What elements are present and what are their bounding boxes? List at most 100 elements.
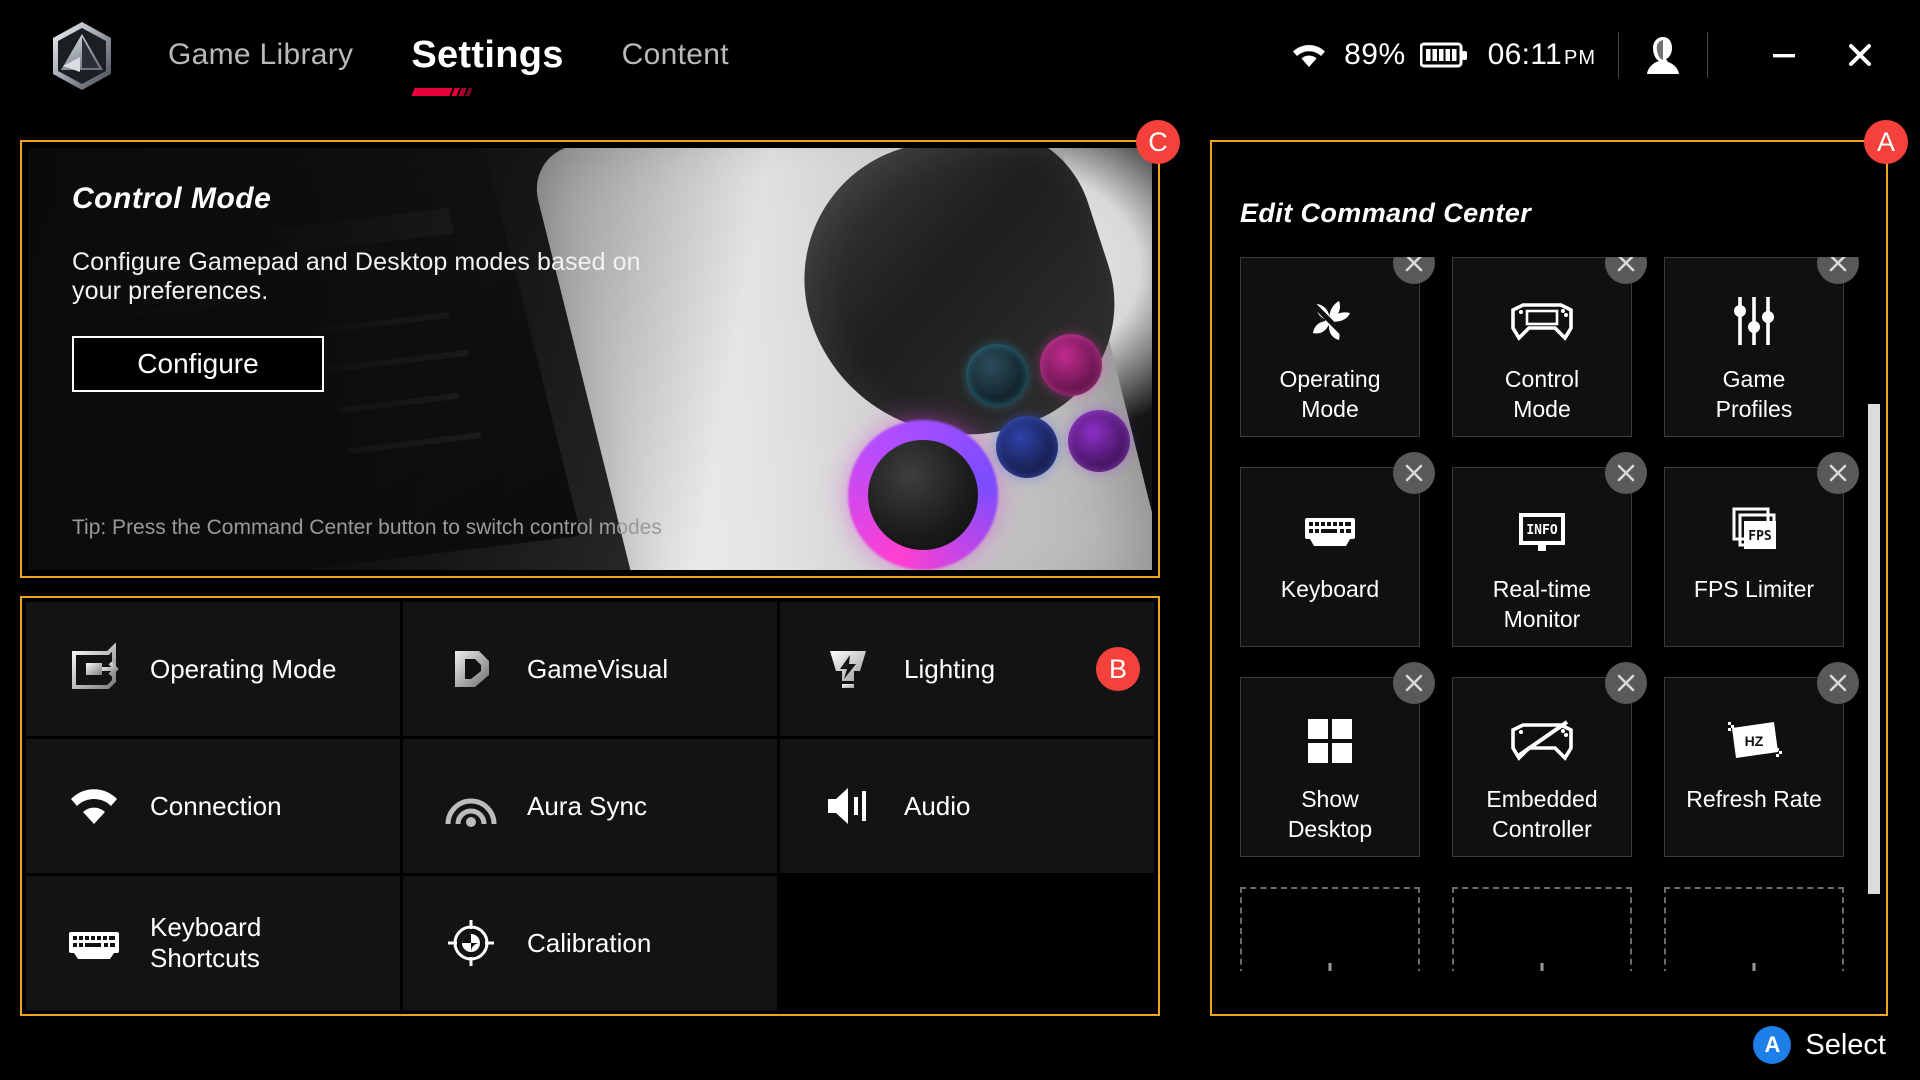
cc-tile-label: Show Desktop bbox=[1287, 786, 1373, 843]
command-center-scrollbar[interactable] bbox=[1868, 404, 1880, 894]
fps-stack-icon: FPS bbox=[1726, 500, 1782, 562]
cc-remove-button[interactable] bbox=[1605, 662, 1647, 704]
settings-item-gamevisual[interactable]: GameVisual bbox=[403, 602, 777, 736]
control-mode-panel[interactable]: Control Mode Configure Gamepad and Deskt… bbox=[20, 120, 1180, 578]
settings-item-operating-mode[interactable]: Operating Mode bbox=[26, 602, 400, 736]
header-divider-left bbox=[1618, 32, 1619, 78]
svg-text:INFO: INFO bbox=[1526, 523, 1557, 538]
cc-remove-button[interactable] bbox=[1605, 257, 1647, 284]
main-nav-tabs: Game Library Settings Content bbox=[160, 0, 737, 110]
close-button[interactable] bbox=[1832, 27, 1888, 83]
battery-full-icon bbox=[1419, 42, 1468, 68]
gamevisual-icon bbox=[443, 641, 499, 697]
minimize-button[interactable] bbox=[1756, 27, 1812, 83]
svg-text:HZ: HZ bbox=[1745, 733, 1764, 749]
settings-item-aura-sync[interactable]: Aura Sync bbox=[403, 739, 777, 873]
settings-grid: Operating Mode GameVisual Lighting B Con… bbox=[26, 602, 1154, 1010]
cc-remove-button[interactable] bbox=[1605, 452, 1647, 494]
settings-item-empty bbox=[780, 876, 1154, 1010]
cc-tile-fps-limiter[interactable]: FPS FPS Limiter bbox=[1664, 452, 1859, 647]
cc-remove-button[interactable] bbox=[1817, 452, 1859, 494]
cc-tile-label: Control Mode bbox=[1504, 366, 1580, 423]
sliders-game-profiles-icon bbox=[1728, 290, 1780, 352]
header-divider-right bbox=[1707, 32, 1708, 78]
cc-remove-button[interactable] bbox=[1393, 452, 1435, 494]
footer-select-label: Select bbox=[1805, 1028, 1886, 1061]
control-mode-content: Control Mode Configure Gamepad and Deskt… bbox=[72, 182, 692, 392]
settings-item-calibration[interactable]: Calibration bbox=[403, 876, 777, 1010]
lighting-icon bbox=[820, 641, 876, 697]
cc-tile-refresh-rate[interactable]: HZ Refresh Rate bbox=[1664, 662, 1859, 857]
cc-tile-game-profiles[interactable]: Game Profiles bbox=[1664, 257, 1859, 437]
app-header: Game Library Settings Content 89% 06:11 … bbox=[0, 0, 1920, 110]
plus-add-icon bbox=[1732, 946, 1776, 971]
settings-item-audio[interactable]: Audio bbox=[780, 739, 1154, 873]
control-mode-description: Configure Gamepad and Desktop modes base… bbox=[72, 248, 641, 305]
tab-content[interactable]: Content bbox=[614, 34, 737, 76]
user-avatar-icon[interactable] bbox=[1641, 32, 1685, 78]
cc-remove-button[interactable] bbox=[1817, 662, 1859, 704]
plus-add-icon bbox=[1520, 946, 1564, 971]
tab-settings[interactable]: Settings bbox=[403, 30, 571, 96]
settings-item-label: Connection bbox=[150, 790, 282, 821]
cc-tile-label: Real-time Monitor bbox=[1492, 576, 1592, 633]
cc-tile-add-1[interactable] bbox=[1240, 887, 1420, 971]
badge-marker-a: A bbox=[1864, 120, 1908, 164]
status-area: 89% 06:11 PM bbox=[1290, 0, 1892, 110]
tab-settings-label: Settings bbox=[411, 33, 564, 76]
cc-remove-button[interactable] bbox=[1393, 662, 1435, 704]
settings-item-lighting[interactable]: Lighting B bbox=[780, 602, 1154, 736]
settings-item-label: Aura Sync bbox=[527, 790, 647, 821]
a-button-glyph: A bbox=[1764, 1032, 1781, 1057]
control-mode-tip: Tip: Press the Command Center button to … bbox=[72, 516, 662, 539]
fan-operating-mode-icon bbox=[1301, 290, 1359, 352]
settings-item-keyboard-shortcuts[interactable]: Keyboard Shortcuts bbox=[26, 876, 400, 1010]
cc-tile-add-3[interactable] bbox=[1664, 887, 1844, 971]
cc-remove-button[interactable] bbox=[1393, 257, 1435, 284]
cc-tile-show-desktop[interactable]: Show Desktop bbox=[1240, 662, 1435, 857]
settings-item-connection[interactable]: Connection bbox=[26, 739, 400, 873]
plus-add-icon bbox=[1308, 946, 1352, 971]
clock-time: 06:11 bbox=[1487, 38, 1562, 71]
control-mode-title: Control Mode bbox=[72, 182, 272, 215]
command-center-scroll-area: Operating Mode Control Mode Game Profile… bbox=[1226, 257, 1880, 971]
configure-button[interactable]: Configure bbox=[72, 336, 324, 392]
battery-percentage: 89% bbox=[1344, 38, 1406, 71]
settings-item-label: Keyboard Shortcuts bbox=[150, 912, 262, 973]
edit-command-center-panel: A Edit Command Center Operating Mode Con… bbox=[1210, 120, 1908, 1016]
wifi-icon bbox=[1290, 40, 1328, 70]
badge-marker-c: C bbox=[1136, 120, 1180, 164]
control-mode-hero: Control Mode Configure Gamepad and Deskt… bbox=[28, 148, 1152, 570]
tab-content-label: Content bbox=[621, 38, 729, 71]
cc-tile-embedded-controller[interactable]: Embedded Controller bbox=[1452, 662, 1647, 857]
active-tab-indicator bbox=[411, 88, 479, 97]
settings-item-label: Audio bbox=[904, 790, 971, 821]
keyboard-icon bbox=[66, 915, 122, 971]
audio-speaker-icon bbox=[820, 778, 876, 834]
cc-tile-real-time-monitor[interactable]: INFO Real-time Monitor bbox=[1452, 452, 1647, 647]
clock-period: PM bbox=[1564, 47, 1596, 69]
cc-remove-button[interactable] bbox=[1817, 257, 1859, 284]
tab-game-library[interactable]: Game Library bbox=[160, 34, 361, 76]
hz-refresh-icon: HZ bbox=[1726, 710, 1782, 772]
cc-tile-label: Operating Mode bbox=[1279, 366, 1381, 423]
cc-tile-control-mode[interactable]: Control Mode bbox=[1452, 257, 1647, 437]
cc-tile-add-2[interactable] bbox=[1452, 887, 1632, 971]
settings-item-label: Lighting bbox=[904, 653, 996, 684]
gamepad-control-mode-icon bbox=[1509, 290, 1575, 352]
cc-tile-keyboard[interactable]: Keyboard bbox=[1240, 452, 1435, 647]
cc-tile-label: Refresh Rate bbox=[1686, 786, 1822, 812]
rog-hexagon-logo-icon bbox=[46, 20, 118, 92]
cc-tile-label: Keyboard bbox=[1280, 576, 1380, 602]
operating-mode-icon bbox=[66, 641, 122, 697]
svg-text:FPS: FPS bbox=[1748, 529, 1772, 544]
calibration-target-icon bbox=[443, 915, 499, 971]
cc-tile-operating-mode[interactable]: Operating Mode bbox=[1240, 257, 1435, 437]
badge-marker-b-label: B bbox=[1108, 653, 1127, 684]
badge-marker-b: B bbox=[1096, 647, 1140, 691]
settings-item-label: Calibration bbox=[527, 927, 652, 958]
command-center-tile-grid: Operating Mode Control Mode Game Profile… bbox=[1240, 257, 1880, 971]
footer-select-hint: A Select bbox=[1753, 1026, 1886, 1064]
badge-marker-c-label: C bbox=[1148, 126, 1168, 157]
cc-tile-label: Embedded Controller bbox=[1486, 786, 1598, 843]
